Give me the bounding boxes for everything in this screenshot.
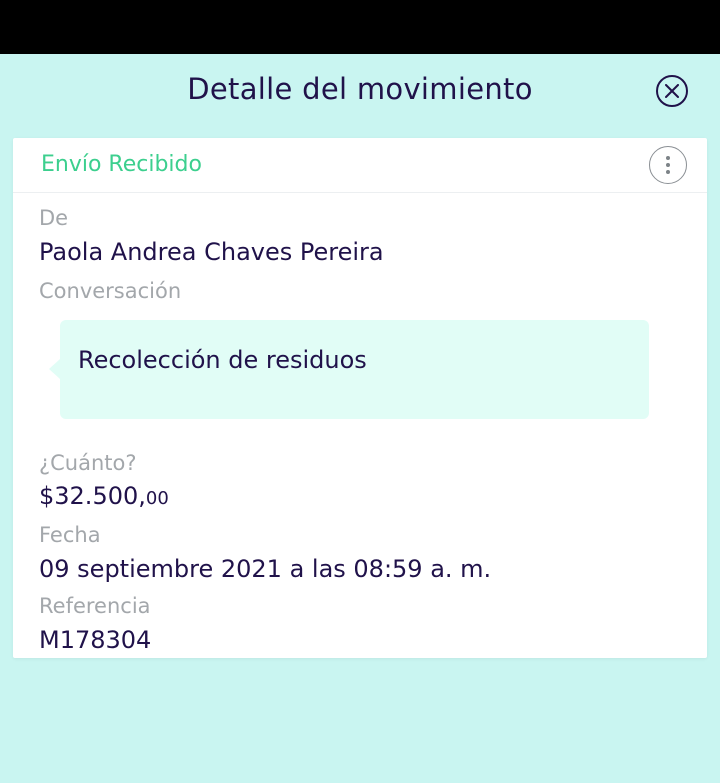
amount-value: $32.500,00 xyxy=(39,482,169,510)
transaction-status: Envío Recibido xyxy=(41,152,202,177)
close-button[interactable] xyxy=(656,75,688,107)
reference-label: Referencia xyxy=(39,594,151,618)
amount-label: ¿Cuánto? xyxy=(39,451,137,475)
date-label: Fecha xyxy=(39,523,101,547)
message-bubble: Recolección de residuos xyxy=(49,320,649,419)
more-options-button[interactable] xyxy=(649,146,687,184)
status-bar xyxy=(0,0,720,54)
transaction-card: Envío Recibido De Paola Andrea Chaves Pe… xyxy=(13,138,707,658)
close-icon xyxy=(665,84,679,98)
message-bubble-tail xyxy=(49,359,60,379)
message-text: Recolección de residuos xyxy=(78,346,367,374)
conversation-label: Conversación xyxy=(39,279,182,303)
more-vertical-icon xyxy=(666,156,670,160)
amount-cents: 00 xyxy=(145,488,169,509)
from-value: Paola Andrea Chaves Pereira xyxy=(39,238,384,266)
header: Detalle del movimiento xyxy=(0,54,720,138)
reference-value: M178304 xyxy=(39,626,152,654)
more-vertical-icon-dot xyxy=(666,163,670,167)
more-vertical-icon-dot xyxy=(666,170,670,174)
from-label: De xyxy=(39,206,69,230)
amount-main: $32.500, xyxy=(39,482,146,510)
date-value: 09 septiembre 2021 a las 08:59 a. m. xyxy=(39,555,492,583)
card-header: Envío Recibido xyxy=(13,138,707,193)
page-title: Detalle del movimiento xyxy=(187,72,533,106)
